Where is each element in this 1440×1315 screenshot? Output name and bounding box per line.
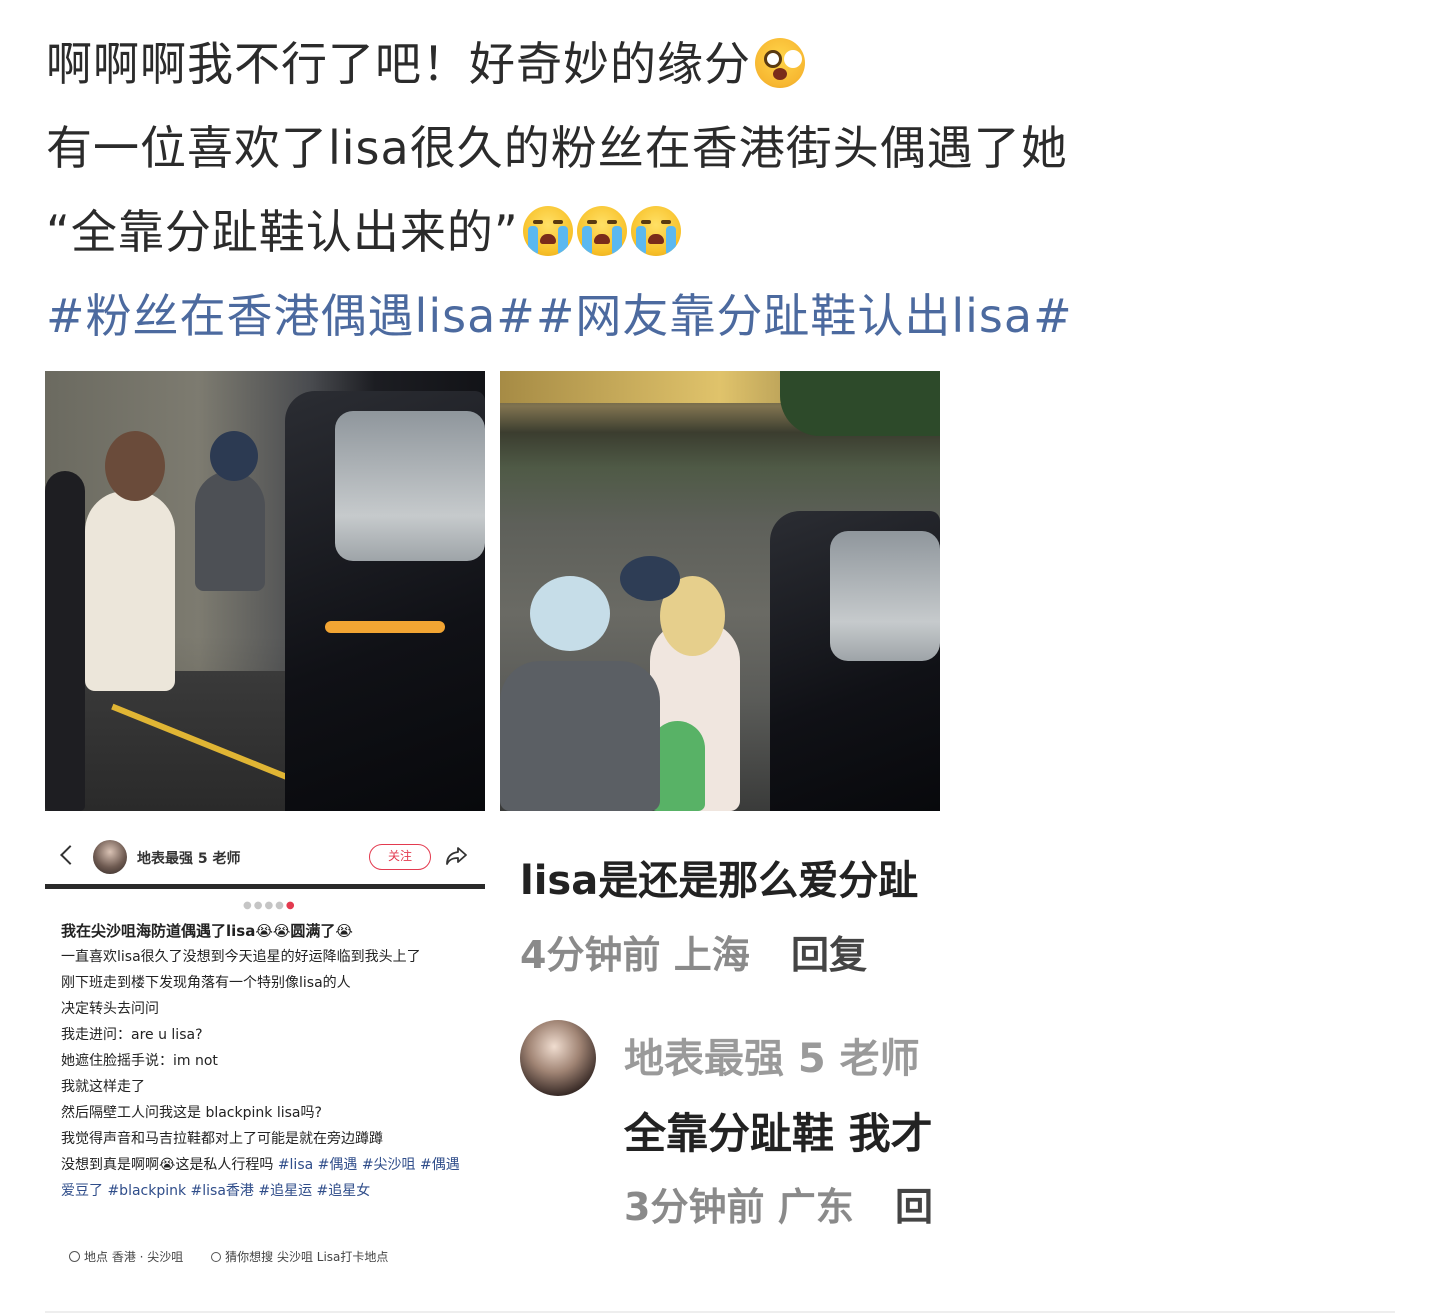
share-icon[interactable]: [445, 846, 467, 866]
comment-time: 3分钟前: [624, 1185, 765, 1229]
card-line: 没想到真是啊啊😭这是私人行程吗 #lisa #偶遇 #尖沙咀 #偶遇爱豆了 #b…: [61, 1152, 471, 1204]
card-line: 刚下班走到楼下发现角落有一个特别像lisa的人: [61, 975, 351, 991]
divider: [45, 1311, 1395, 1313]
comment-text: 全靠分趾鞋 我才: [624, 1109, 933, 1158]
follow-button[interactable]: 关注: [369, 844, 431, 870]
carousel-dots: ●●●●●: [243, 900, 297, 911]
post-line-2: 有一位喜欢了lisa很久的粉丝在香港街头偶遇了她: [46, 121, 1068, 175]
comment-text: lisa是还是那么爱分趾: [520, 858, 919, 904]
card-line: 然后隔壁工人问我这是 blackpink lisa吗?: [61, 1105, 322, 1121]
back-chevron-icon[interactable]: [60, 845, 80, 865]
post-line-1: 啊啊啊我不行了吧！好奇妙的缘分: [46, 22, 1406, 106]
post-line-1-text: 啊啊啊我不行了吧！好奇妙的缘分: [46, 37, 751, 91]
search-suggestion[interactable]: 尖沙咀 Lisa打卡地点: [277, 1250, 388, 1264]
card-title: 我在尖沙咀海防道偶遇了lisa😭😭圆满了😭: [61, 922, 353, 940]
card-footer: 地点 香港 · 尖沙咀 猜你想搜 尖沙咀 Lisa打卡地点: [69, 1248, 388, 1265]
avatar[interactable]: [520, 1020, 596, 1096]
shocked-face-emoji-icon: [755, 38, 805, 88]
hashtag-row: #粉丝在香港偶遇lisa##网友靠分趾鞋认出lisa#: [46, 274, 1406, 358]
embedded-post-screenshot[interactable]: 地表最强 5 老师 关注 ●●●●● 我在尖沙咀海防道偶遇了lisa😭😭圆满了😭…: [45, 830, 485, 1270]
post-image-1[interactable]: [45, 371, 485, 811]
card-line: 决定转头去问问: [61, 1001, 159, 1017]
embedded-comments-screenshot[interactable]: lisa是还是那么爱分趾 4分钟前 上海 回复 地表最强 5 老师 全靠分趾鞋 …: [500, 830, 940, 1270]
avatar[interactable]: [93, 840, 127, 874]
location-label: 地点: [84, 1250, 109, 1264]
post-line-3: “全靠分趾鞋认出来的”: [46, 190, 1406, 274]
location-value[interactable]: 香港 · 尖沙咀: [112, 1250, 183, 1264]
search-icon: [211, 1252, 222, 1262]
author-name[interactable]: 地表最强 5 老师: [137, 848, 241, 868]
comment-author[interactable]: 地表最强 5 老师: [624, 1026, 920, 1084]
comment-time: 4分钟前: [520, 933, 661, 977]
crying-face-emoji-icon: [522, 206, 573, 256]
card-header: 地表最强 5 老师 关注: [45, 830, 485, 882]
hashtag-link[interactable]: #粉丝在香港偶遇lisa#: [46, 289, 536, 343]
hashtag-link[interactable]: #网友靠分趾鞋认出lisa#: [536, 289, 1073, 343]
comment-meta: 4分钟前 上海 回复: [520, 924, 867, 979]
reply-button[interactable]: 回复: [791, 933, 867, 977]
comment-location: 上海: [673, 933, 750, 977]
card-line: 我就这样走了: [61, 1079, 145, 1095]
image-strip: [45, 884, 485, 889]
search-label: 猜你想搜: [225, 1250, 274, 1264]
post-text: 啊啊啊我不行了吧！好奇妙的缘分 有一位喜欢了lisa很久的粉丝在香港街头偶遇了她…: [46, 22, 1406, 358]
reply-button[interactable]: 回: [895, 1185, 933, 1229]
crying-face-emoji-icon: [630, 206, 681, 256]
location-pin-icon: [69, 1251, 80, 1262]
card-line: 我觉得声音和马吉拉鞋都对上了可能是就在旁边蹲蹲: [61, 1131, 383, 1147]
comment-meta: 3分钟前 广东 回: [624, 1176, 933, 1231]
post-line-3-text: “全靠分趾鞋认出来的”: [46, 205, 519, 259]
card-body: 我在尖沙咀海防道偶遇了lisa😭😭圆满了😭 一直喜欢lisa很久了没想到今天追星…: [61, 918, 471, 1204]
post-image-2[interactable]: [500, 371, 940, 811]
card-line-text: 没想到真是啊啊😭这是私人行程吗: [61, 1157, 274, 1173]
card-line: 她遮住脸摇手说：im not: [61, 1053, 218, 1069]
comment-location: 广东: [777, 1185, 854, 1229]
card-line: 一直喜欢lisa很久了没想到今天追星的好运降临到我头上了: [61, 949, 421, 965]
card-line: 我走进问：are u lisa?: [61, 1027, 203, 1043]
crying-face-emoji-icon: [576, 206, 627, 256]
